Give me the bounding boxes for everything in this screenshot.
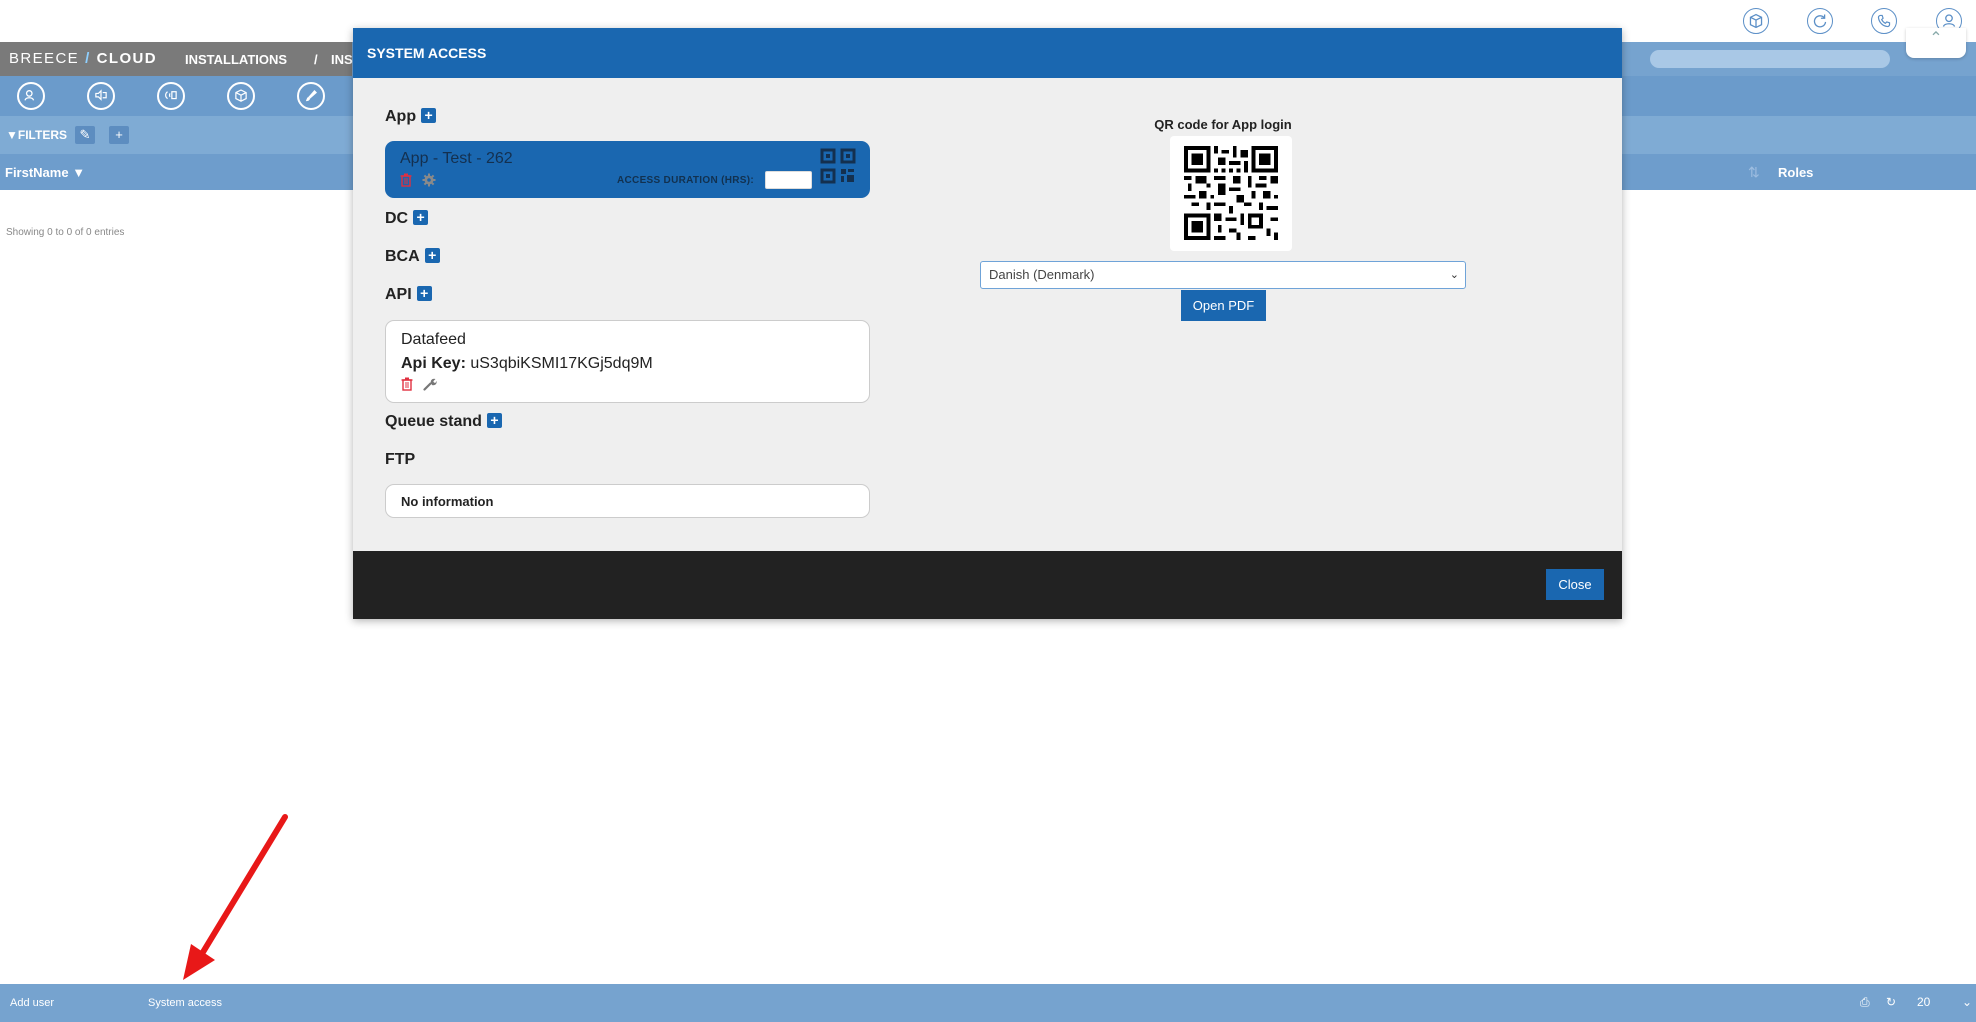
- section-api-label: API: [385, 286, 412, 303]
- section-queue-stand: Queue stand +: [385, 413, 502, 431]
- section-bca-label: BCA: [385, 248, 420, 265]
- brand-left-text: BREECE: [9, 50, 80, 67]
- close-button[interactable]: Close: [1546, 569, 1604, 600]
- brush-module-icon[interactable]: [297, 82, 325, 110]
- add-dc-button[interactable]: +: [413, 210, 429, 225]
- ftp-no-information: No information: [401, 494, 494, 509]
- gear-icon[interactable]: [422, 173, 436, 192]
- column-header-roles[interactable]: Roles: [1778, 165, 1813, 180]
- section-ftp: FTP: [385, 451, 415, 469]
- eraser-icon: ✎: [79, 127, 91, 142]
- qr-code-icon[interactable]: [820, 148, 856, 184]
- print-icon[interactable]: ⎙: [1860, 995, 1870, 1010]
- sort-icon[interactable]: ⇅: [1748, 164, 1760, 181]
- language-select-value: Danish (Denmark): [989, 267, 1095, 282]
- trash-icon[interactable]: [400, 173, 412, 192]
- section-ftp-label: FTP: [385, 451, 416, 468]
- clear-filters-button[interactable]: ✎: [75, 126, 95, 144]
- phone-icon[interactable]: [1871, 8, 1897, 34]
- ftp-card: No information: [385, 484, 870, 518]
- wrench-icon[interactable]: [423, 377, 438, 396]
- section-dc-label: DC: [385, 210, 409, 227]
- package-module-icon[interactable]: [227, 82, 255, 110]
- entries-info: Showing 0 to 0 of 0 entries: [6, 227, 125, 238]
- app-card[interactable]: App - Test - 262 ACCESS DURATION (HRS):: [385, 141, 870, 198]
- nav-installations-link[interactable]: INSTALLATIONS: [185, 52, 287, 67]
- brand-slash: /: [85, 50, 91, 67]
- refresh-icon[interactable]: [1807, 8, 1833, 34]
- reload-icon[interactable]: ↻: [1886, 995, 1896, 1009]
- filter-icon: ▼: [6, 128, 18, 142]
- filters-toggle[interactable]: ▼FILTERS: [6, 128, 67, 142]
- section-app: App +: [385, 108, 437, 126]
- add-bca-button[interactable]: +: [424, 248, 440, 263]
- brand-logo[interactable]: BREECE / CLOUD: [9, 50, 157, 67]
- speaker-module-icon[interactable]: [87, 82, 115, 110]
- app-card-actions: [400, 173, 442, 192]
- brand-area: BREECE / CLOUD: [0, 42, 352, 76]
- qr-code-image: [1170, 136, 1292, 251]
- language-select[interactable]: Danish (Denmark) ⌄: [980, 261, 1466, 289]
- column-label-firstname: FirstName: [5, 165, 69, 180]
- brand-right-text: CLOUD: [96, 50, 157, 67]
- add-user-button[interactable]: Add user: [10, 997, 54, 1009]
- open-pdf-button[interactable]: Open PDF: [1181, 290, 1266, 321]
- section-queue-stand-label: Queue stand: [385, 413, 482, 430]
- add-api-button[interactable]: +: [416, 286, 432, 301]
- section-api: API +: [385, 286, 432, 304]
- api-card-actions: [401, 377, 443, 396]
- section-app-label: App: [385, 108, 417, 125]
- access-duration-input[interactable]: [765, 171, 812, 189]
- funnel-icon[interactable]: ▼: [72, 165, 85, 180]
- chevron-down-icon: ⌄: [1449, 269, 1459, 281]
- collapse-header-button[interactable]: ⌃: [1906, 28, 1966, 58]
- filters-label: FILTERS: [17, 128, 67, 142]
- modal-title: SYSTEM ACCESS: [367, 45, 487, 61]
- add-filter-button[interactable]: +: [109, 126, 129, 144]
- bottom-action-bar: Add user System access ⎙ ↻ 20 ⌄: [0, 984, 1976, 1022]
- chevron-up-icon: ⌃: [1929, 30, 1943, 47]
- access-duration-label: ACCESS DURATION (HRS):: [617, 175, 754, 186]
- app-card-name: App - Test - 262: [400, 150, 513, 167]
- api-key-label: Api Key:: [401, 355, 466, 372]
- red-arrow-annotation: [183, 814, 288, 980]
- section-bca: BCA +: [385, 248, 440, 266]
- qr-code-graphic: [1184, 146, 1278, 240]
- api-key-line: Api Key: uS3qbiKSMI17KGj5dq9M: [401, 355, 653, 373]
- section-dc: DC +: [385, 210, 429, 228]
- system-access-modal: SYSTEM ACCESS App + App - Test - 262 ACCE…: [353, 28, 1622, 619]
- api-card[interactable]: Datafeed Api Key: uS3qbiKSMI17KGj5dq9M: [385, 320, 870, 403]
- plus-icon: +: [115, 127, 123, 142]
- trash-icon[interactable]: [401, 377, 413, 396]
- add-queue-stand-button[interactable]: +: [486, 413, 502, 428]
- api-key-value: uS3qbiKSMI17KGj5dq9M: [470, 355, 653, 372]
- nav-current-breadcrumb[interactable]: INS: [331, 52, 353, 67]
- add-app-button[interactable]: +: [421, 108, 437, 123]
- nav-blurred-area: [1650, 50, 1890, 68]
- api-card-name: Datafeed: [401, 331, 466, 348]
- broadcast-module-icon[interactable]: [157, 82, 185, 110]
- page-size-select[interactable]: 20: [1917, 995, 1930, 1009]
- chevron-down-icon[interactable]: ⌄: [1962, 995, 1972, 1009]
- users-module-icon[interactable]: [17, 82, 45, 110]
- qr-title: QR code for App login: [1154, 117, 1292, 132]
- system-access-button[interactable]: System access: [148, 997, 222, 1009]
- nav-separator: /: [314, 52, 318, 67]
- modal-footer: Close: [353, 551, 1622, 619]
- column-header-firstname[interactable]: FirstName ▼: [5, 165, 85, 180]
- box-icon[interactable]: [1743, 8, 1769, 34]
- modal-header: SYSTEM ACCESS: [353, 28, 1622, 78]
